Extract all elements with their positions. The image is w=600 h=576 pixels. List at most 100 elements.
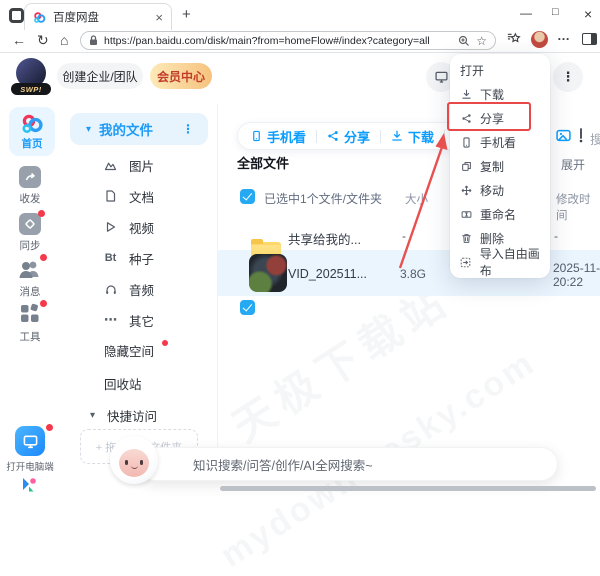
rail-label-tools[interactable]: 工具 [0, 329, 60, 344]
sidebar-my-files[interactable]: ▾ 我的文件 ⋮ [70, 113, 208, 145]
menu-item-open[interactable]: 打开 [450, 58, 550, 82]
browser-profile-avatar[interactable] [531, 31, 548, 48]
browser-more-icon[interactable]: … [557, 28, 570, 43]
rail-label-desktop[interactable]: 打开电脑端 [0, 459, 60, 473]
split-screen-icon[interactable] [582, 33, 597, 45]
rail-label-home: 首页 [22, 136, 43, 151]
netdisk-logo-icon [20, 113, 44, 134]
file-row-name[interactable]: VID_202511... [288, 267, 367, 281]
select-all-checkbox[interactable] [240, 189, 255, 204]
window-maximize-button[interactable]: □ [552, 6, 559, 18]
context-menu: 打开 下载 分享 手机看 复制 移动 重命名 [450, 54, 550, 278]
caret-down-icon[interactable]: ▾ [86, 124, 91, 135]
videos-icon [104, 221, 117, 233]
quick-caret-icon[interactable]: ▾ [90, 410, 95, 421]
tools-icon[interactable] [20, 303, 40, 323]
menu-item-phone-view[interactable]: 手机看 [450, 130, 550, 154]
delete-icon [460, 232, 472, 244]
home-icon[interactable]: ⌂ [60, 32, 68, 48]
file-row-time: - [554, 229, 558, 243]
toolbar-phone-view-button[interactable]: 手机看 [251, 127, 306, 146]
vip-center-button[interactable]: 会员中心 [150, 63, 212, 89]
import-canvas-label: 导入自由画布 [480, 245, 550, 279]
phone-icon [460, 136, 472, 148]
bt-icon: Bt [104, 252, 117, 264]
tab-close-icon[interactable]: × [155, 11, 163, 24]
toolbar-download-button[interactable]: 下载 [391, 127, 434, 146]
videos-label: 视频 [129, 218, 154, 237]
column-modified[interactable]: 修改时间 [556, 191, 600, 223]
reload-icon[interactable]: ↻ [37, 32, 49, 49]
collections-icon[interactable] [506, 31, 521, 46]
favorite-star-icon[interactable]: ☆ [476, 34, 487, 48]
horizontal-scrollbar[interactable] [220, 486, 596, 491]
sidebar-item-videos[interactable]: 视频 [104, 217, 154, 237]
address-bar[interactable]: https://pan.baidu.com/disk/main?from=hom… [80, 31, 496, 50]
create-team-button[interactable]: 创建企业/团队 [57, 63, 143, 89]
header-more-button[interactable]: ⋮ [553, 62, 583, 92]
my-files-more-icon[interactable]: ⋮ [182, 122, 194, 136]
recycle-bin-label: 回收站 [104, 374, 142, 393]
sidebar-item-pictures[interactable]: 图片 [104, 155, 154, 175]
ai-search-bar[interactable]: 知识搜索/问答/创作/AI全网搜索~ [138, 447, 558, 481]
column-size[interactable]: 大小 [405, 191, 428, 207]
row-checkbox-checked[interactable] [240, 300, 255, 315]
sidebar-item-torrent[interactable]: Bt 种子 [104, 248, 154, 268]
canvas-icon [460, 256, 472, 268]
window-minimize-button[interactable]: — [520, 6, 532, 20]
docs-icon [104, 190, 117, 202]
sidebar-item-docs[interactable]: 文档 [104, 186, 154, 206]
file-row-size: 3.8G [400, 267, 426, 281]
mascot-eye [125, 460, 128, 465]
search-tool-icon[interactable] [577, 128, 585, 143]
docs-label: 文档 [129, 187, 154, 206]
sidebar-item-audio[interactable]: 音频 [104, 279, 154, 299]
send-receive-icon[interactable] [19, 166, 41, 188]
sidebar-item-hidden-space[interactable]: 隐藏空间 [104, 340, 154, 360]
menu-item-import-canvas[interactable]: 导入自由画布 [450, 250, 550, 274]
open-desktop-icon[interactable] [15, 426, 45, 456]
toolbar-divider [380, 130, 381, 143]
toolbar-divider [444, 130, 445, 143]
rail-label-sync[interactable]: 同步 [0, 238, 60, 253]
file-row-size: - [402, 229, 406, 243]
menu-item-rename[interactable]: 重命名 [450, 202, 550, 226]
toolbar-share-button[interactable]: 分享 [327, 127, 370, 146]
messages-notification-dot [40, 254, 47, 261]
expand-toggle[interactable]: 展开 [561, 156, 585, 173]
image-search-icon[interactable] [556, 129, 571, 142]
sync-icon[interactable] [19, 213, 41, 235]
assistant-mascot[interactable] [108, 436, 160, 488]
desktop-notification-dot [46, 424, 53, 431]
hidden-space-label: 隐藏空间 [104, 341, 154, 360]
browser-chrome: 百度网盘 × + — □ × ← ↻ ⌂ https://pan.baidu.c… [0, 0, 600, 53]
tab-actions-icon[interactable] [9, 8, 24, 23]
new-tab-button[interactable]: + [182, 6, 191, 23]
sidebar-item-others[interactable]: ⋯ 其它 [104, 310, 154, 330]
browser-tab[interactable]: 百度网盘 × [24, 3, 172, 30]
selection-summary: 已选中1个文件/文件夹 [264, 190, 382, 207]
copy-icon [460, 160, 472, 172]
move-icon [460, 184, 472, 196]
zoom-page-icon[interactable] [458, 35, 470, 47]
file-row-name[interactable]: 共享给我的... [288, 229, 361, 248]
sidebar-item-quick-access[interactable]: ▾ 快捷访问 [90, 405, 157, 425]
tab-title: 百度网盘 [53, 9, 148, 25]
sidebar-item-recycle-bin[interactable]: 回收站 [104, 373, 142, 393]
all-files-title: 全部文件 [237, 153, 289, 172]
search-input[interactable]: 搜 [590, 129, 600, 148]
window-close-button[interactable]: × [584, 6, 592, 22]
rail-label-send[interactable]: 收发 [0, 191, 60, 206]
rename-label: 重命名 [480, 206, 516, 223]
video-thumbnail[interactable] [249, 254, 287, 292]
messages-icon[interactable] [17, 257, 43, 281]
partner-app-logo-icon[interactable] [21, 477, 39, 493]
rail-item-home[interactable]: 首页 [9, 107, 55, 156]
rail-label-messages[interactable]: 消息 [0, 284, 60, 299]
back-icon[interactable]: ← [12, 32, 26, 48]
selection-toolbar: 手机看 分享 下载 [237, 122, 470, 150]
file-row-time: 2025-11-1 [553, 261, 600, 275]
menu-item-move[interactable]: 移动 [450, 178, 550, 202]
phone-view-label: 手机看 [267, 127, 306, 146]
menu-item-copy[interactable]: 复制 [450, 154, 550, 178]
